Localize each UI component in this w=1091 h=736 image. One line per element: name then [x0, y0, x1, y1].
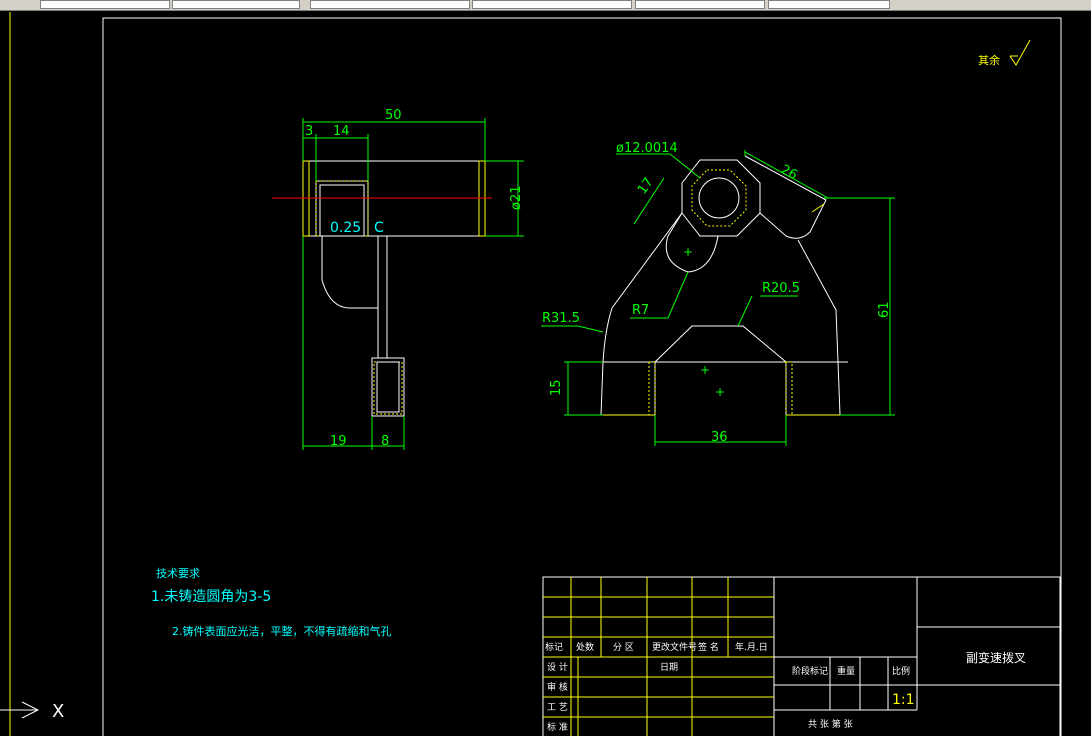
- dim-phi21: ø21: [509, 186, 524, 211]
- svg-text:+: +: [683, 245, 693, 259]
- dim-61: 61: [877, 301, 892, 318]
- svg-text:+: +: [700, 363, 710, 377]
- dim-3: 3: [305, 124, 313, 139]
- tb-scale: 1:1: [892, 692, 915, 708]
- dim-r7: R7: [632, 303, 649, 318]
- dim-36: 36: [711, 430, 728, 445]
- dim-phi12: ø12.0014: [616, 141, 678, 156]
- side-view: [272, 118, 524, 450]
- dim-14: 14: [333, 124, 350, 139]
- tech-req-title: 技术要求: [156, 567, 200, 580]
- dim-r315: R31.5: [542, 311, 580, 326]
- tb-sign: 签 名: [698, 641, 719, 653]
- tech-req-item-2: 2.铸件表面应光洁，平整，不得有疏缩和气孔: [172, 624, 392, 638]
- tb-ratio: 比例: [892, 665, 910, 677]
- dim-8: 8: [381, 434, 389, 449]
- tolerance-value: 0.25: [330, 220, 361, 236]
- tb-weight: 重量: [837, 665, 855, 677]
- tb-design: 设 计: [547, 661, 568, 673]
- front-view: + + +: [541, 150, 895, 446]
- tb-stage-mark: 阶段标记: [792, 665, 828, 677]
- tb-count: 处数: [576, 641, 594, 653]
- tech-req-item-1: 1.未铸造圆角为3-5: [151, 589, 271, 605]
- roughness-label: 其余: [978, 53, 1000, 67]
- tb-zone: 分 区: [613, 642, 634, 653]
- tb-date2: 日期: [660, 662, 678, 673]
- svg-text:+: +: [715, 385, 725, 399]
- tb-process: 工 艺: [547, 702, 568, 713]
- drawing-canvas[interactable]: 其余 50 3 14 ø21 0.25 C 19 8 + + + ø12.001…: [0, 0, 1091, 736]
- datum-c: C: [374, 220, 384, 236]
- dim-19: 19: [330, 434, 347, 449]
- roughness-icon: [1009, 39, 1031, 66]
- ucs-icon: [0, 701, 40, 719]
- vertical-scrollbar[interactable]: [1063, 12, 1091, 736]
- tb-part-name: 副变速拨叉: [966, 650, 1026, 665]
- tb-sheets: 共 张 第 张: [808, 718, 853, 730]
- ucs-x-label: X: [52, 701, 64, 722]
- dim-r205: R20.5: [762, 281, 800, 296]
- tb-mark: 标记: [545, 641, 563, 653]
- dim-50: 50: [385, 108, 402, 123]
- dim-15: 15: [549, 379, 564, 396]
- tb-date: 年.月.日: [735, 641, 768, 653]
- tb-change-doc: 更改文件号: [652, 641, 697, 653]
- tb-std: 标 准: [547, 721, 568, 733]
- tb-review: 审 核: [547, 681, 568, 693]
